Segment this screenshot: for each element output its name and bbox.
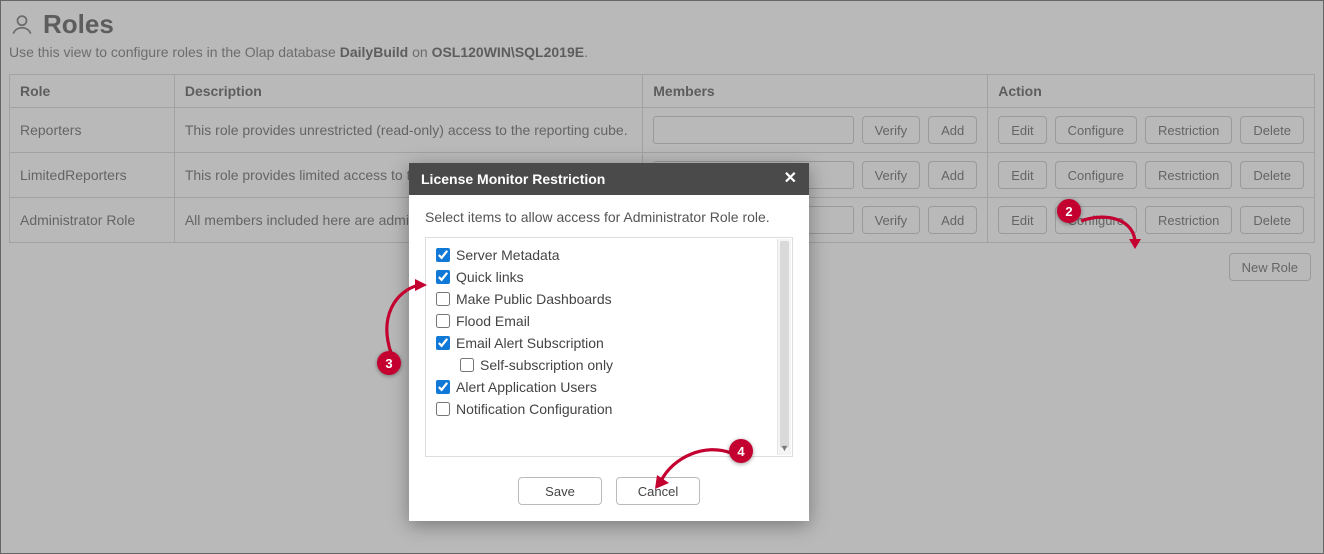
option-make_public_dashboards[interactable]: Make Public Dashboards: [434, 288, 788, 310]
callout-3: 3: [377, 351, 401, 375]
option-label: Self-subscription only: [480, 357, 613, 373]
checkbox-notification_configuration[interactable]: [436, 402, 450, 416]
option-server_metadata[interactable]: Server Metadata: [434, 244, 788, 266]
modal-title: License Monitor Restriction: [421, 171, 605, 187]
checkbox-quick_links[interactable]: [436, 270, 450, 284]
scroll-down-icon[interactable]: ▼: [778, 441, 791, 455]
option-label: Email Alert Subscription: [456, 335, 604, 351]
checkbox-alert_application_users[interactable]: [436, 380, 450, 394]
callout-4: 4: [729, 439, 753, 463]
option-label: Make Public Dashboards: [456, 291, 612, 307]
option-quick_links[interactable]: Quick links: [434, 266, 788, 288]
checkbox-self_subscription_only[interactable]: [460, 358, 474, 372]
modal-close-button[interactable]: ✕: [784, 171, 797, 187]
modal-instruction: Select items to allow access for Adminis…: [425, 209, 793, 225]
save-button[interactable]: Save: [518, 477, 602, 505]
option-label: Alert Application Users: [456, 379, 597, 395]
cancel-button[interactable]: Cancel: [616, 477, 700, 505]
checkbox-email_alert_subscription[interactable]: [436, 336, 450, 350]
license-monitor-restriction-modal: License Monitor Restriction ✕ Select ite…: [409, 163, 809, 521]
option-label: Quick links: [456, 269, 524, 285]
checkbox-flood_email[interactable]: [436, 314, 450, 328]
modal-option-list: ▲ ▼ Server Metadata Quick links Make Publi…: [425, 237, 793, 457]
scrollbar[interactable]: ▲ ▼: [777, 239, 791, 455]
option-label: Flood Email: [456, 313, 530, 329]
option-label: Notification Configuration: [456, 401, 612, 417]
option-email_alert_subscription[interactable]: Email Alert Subscription: [434, 332, 788, 354]
option-alert_application_users[interactable]: Alert Application Users: [434, 376, 788, 398]
checkbox-make_public_dashboards[interactable]: [436, 292, 450, 306]
checkbox-server_metadata[interactable]: [436, 248, 450, 262]
option-label: Server Metadata: [456, 247, 560, 263]
option-self_subscription_only[interactable]: Self-subscription only: [434, 354, 788, 376]
scroll-thumb[interactable]: [780, 241, 789, 448]
option-notification_configuration[interactable]: Notification Configuration: [434, 398, 788, 420]
callout-2: 2: [1057, 199, 1081, 223]
option-flood_email[interactable]: Flood Email: [434, 310, 788, 332]
